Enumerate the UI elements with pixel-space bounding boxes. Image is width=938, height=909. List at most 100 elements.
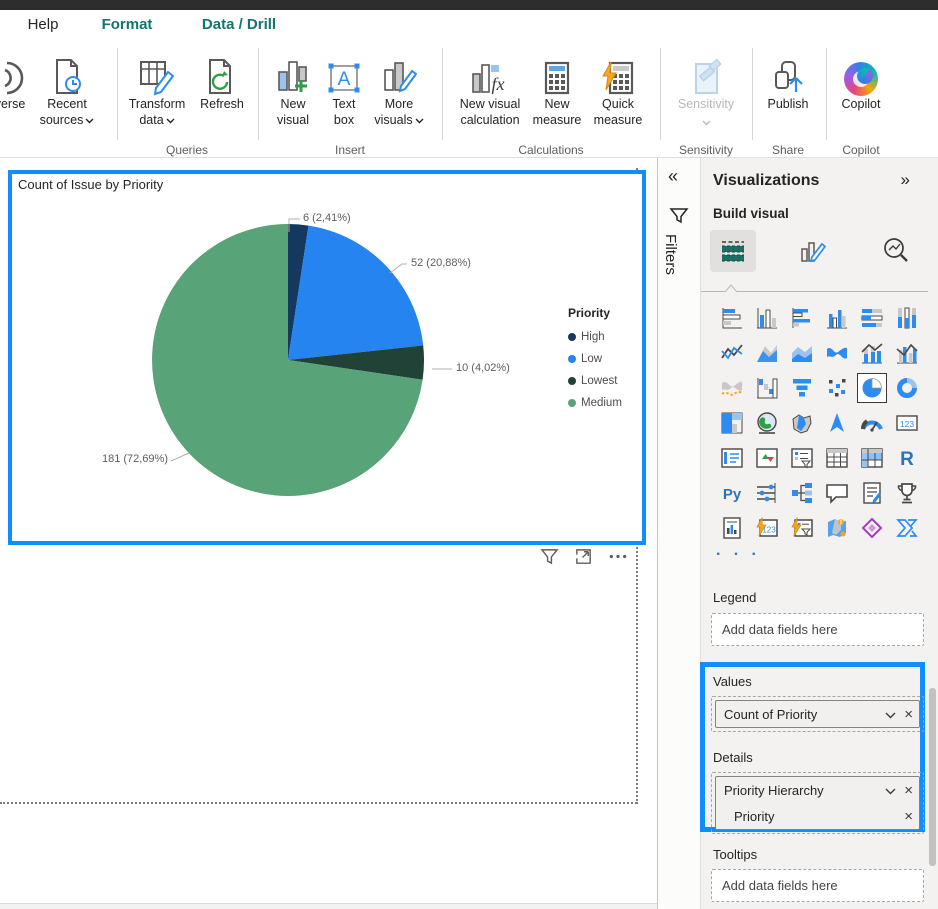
visual-type-r-script-visual[interactable]: R — [892, 443, 922, 473]
visual-type-power-bi-quick-card[interactable]: 123 — [752, 513, 782, 543]
visual-type-donut-chart[interactable] — [892, 373, 922, 403]
data-label: 52 (20,88%) — [411, 257, 471, 269]
tooltips-well-dropzone[interactable]: Add data fields here — [711, 869, 924, 902]
chart-legend: Priority HighLowLowestMedium — [568, 306, 622, 414]
visual-type-line-and-clustered-column-chart[interactable] — [892, 338, 922, 368]
visual-type-line-and-stacked-column-chart[interactable] — [857, 338, 887, 368]
chevron-down-icon — [415, 112, 424, 128]
filter-icon[interactable] — [540, 547, 559, 571]
visual-type-line-chart[interactable] — [717, 338, 747, 368]
visual-type-clustered-column-chart[interactable] — [822, 303, 852, 333]
visual-type-button-slicer[interactable] — [752, 478, 782, 508]
visual-type-power-apps[interactable] — [857, 513, 887, 543]
new-visual-button[interactable]: New visual — [266, 48, 320, 128]
visual-type-100-stacked-column-chart[interactable] — [892, 303, 922, 333]
field-pill[interactable]: Count of Priority × — [715, 700, 920, 728]
visual-type-area-chart[interactable] — [752, 338, 782, 368]
recent-sources-label: Recent sources — [33, 96, 101, 128]
get-more-visuals-button[interactable]: · · · — [716, 546, 761, 564]
svg-text:123: 123 — [899, 419, 913, 429]
field-pill-group[interactable]: Priority Hierarchy × Priority × — [715, 776, 920, 830]
visual-type-gauge[interactable] — [857, 408, 887, 438]
legend-item[interactable]: Medium — [568, 392, 622, 414]
visual-type-decomposition-tree[interactable] — [787, 478, 817, 508]
transform-data-button[interactable]: Transform data — [122, 48, 192, 128]
visual-type-100-stacked-bar-chart[interactable] — [857, 303, 887, 333]
scrollbar-thumb[interactable] — [929, 688, 936, 866]
tab-format-visual[interactable] — [789, 230, 835, 272]
publish-button[interactable]: Publish — [758, 48, 818, 112]
visual-type-ribbon-chart[interactable] — [822, 338, 852, 368]
report-canvas[interactable]: Count of Issue by Priority 6 (2,41%) 52 … — [0, 158, 657, 909]
tab-format[interactable]: Format — [82, 10, 172, 40]
visual-type-filled-map[interactable] — [787, 408, 817, 438]
visual-type-paginated-report[interactable] — [717, 513, 747, 543]
text-box-button[interactable]: A Text box — [322, 48, 366, 128]
visual-type-pie-chart[interactable] — [857, 373, 887, 403]
visual-type-metrics[interactable] — [892, 478, 922, 508]
values-well[interactable]: Count of Priority × — [711, 696, 924, 732]
tab-help[interactable]: Help — [12, 10, 74, 40]
visual-type-stacked-bar-chart[interactable] — [717, 303, 747, 333]
visual-type-smart-narrative[interactable] — [857, 478, 887, 508]
visual-type-azure-map[interactable] — [822, 408, 852, 438]
expand-filters-icon[interactable]: « — [668, 166, 678, 187]
more-visuals-button[interactable]: More visuals — [368, 48, 430, 128]
new-measure-label: New measure — [528, 96, 586, 128]
visual-type-waterfall-chart[interactable] — [752, 373, 782, 403]
legend-well-dropzone[interactable]: Add data fields here — [711, 613, 924, 646]
chevron-down-icon[interactable] — [885, 707, 896, 722]
visual-type-multi-row-card[interactable] — [717, 443, 747, 473]
visual-type-scatter-chart[interactable] — [822, 373, 852, 403]
visual-type-kpi[interactable] — [752, 443, 782, 473]
visual-type-map[interactable] — [752, 408, 782, 438]
pie-svg — [12, 174, 642, 541]
field-pill-label: Count of Priority — [724, 707, 885, 722]
legend-item[interactable]: Low — [568, 348, 622, 370]
quick-measure-button[interactable]: Quick measure — [588, 48, 648, 128]
copilot-button[interactable]: Copilot — [832, 48, 890, 112]
visual-type-arcgis-map[interactable] — [822, 513, 852, 543]
new-visual-calculation-button[interactable]: fx New visual calculation — [450, 48, 530, 128]
visual-type-table[interactable] — [822, 443, 852, 473]
new-measure-button[interactable]: New measure — [528, 48, 586, 128]
tab-analytics[interactable] — [873, 230, 919, 272]
filters-pane-collapsed[interactable]: « Filters — [658, 158, 701, 909]
focus-mode-icon[interactable] — [574, 547, 593, 571]
visual-type-power-automate[interactable] — [892, 513, 922, 543]
visual-type-quick-slicer[interactable] — [787, 513, 817, 543]
pie-chart-visual[interactable]: Count of Issue by Priority 6 (2,41%) 52 … — [8, 170, 646, 545]
visual-type-stacked-column-chart[interactable] — [752, 303, 782, 333]
remove-field-icon[interactable]: × — [904, 782, 913, 799]
remove-field-icon[interactable]: × — [904, 706, 913, 723]
visual-type-treemap[interactable] — [717, 408, 747, 438]
transform-data-icon — [122, 48, 192, 96]
visual-type-stacked-area-chart[interactable] — [787, 338, 817, 368]
remove-field-icon[interactable]: × — [904, 808, 913, 825]
refresh-button[interactable]: Refresh — [192, 48, 252, 112]
visual-type-qa-visual[interactable] — [822, 478, 852, 508]
details-well[interactable]: Priority Hierarchy × Priority × — [711, 772, 924, 834]
legend-label: Low — [581, 353, 602, 365]
transform-data-label: Transform data — [122, 96, 192, 128]
recent-sources-icon — [33, 48, 101, 96]
tab-build-visual[interactable] — [710, 230, 756, 272]
visual-type-python-visual[interactable]: Py — [717, 478, 747, 508]
recent-sources-button[interactable]: Recent sources — [33, 48, 101, 128]
visual-type-matrix[interactable] — [857, 443, 887, 473]
visual-type-slicer[interactable] — [787, 443, 817, 473]
copilot-icon — [832, 48, 890, 96]
more-options-icon[interactable] — [608, 547, 628, 571]
tab-data-drill[interactable]: Data / Drill — [178, 10, 300, 40]
legend-item[interactable]: High — [568, 326, 622, 348]
expand-pane-icon[interactable]: » — [901, 170, 910, 190]
visual-type-clustered-bar-chart[interactable] — [787, 303, 817, 333]
pie-slice-Low[interactable] — [288, 226, 423, 360]
pane-scrollbar[interactable] — [928, 158, 938, 909]
chevron-down-icon[interactable] — [885, 783, 896, 798]
visual-type-smoothed-area-chart[interactable] — [717, 373, 747, 403]
legend-item[interactable]: Lowest — [568, 370, 622, 392]
text-box-label: Text box — [322, 96, 366, 128]
visual-type-funnel-chart[interactable] — [787, 373, 817, 403]
visual-type-card[interactable]: 123 — [892, 408, 922, 438]
